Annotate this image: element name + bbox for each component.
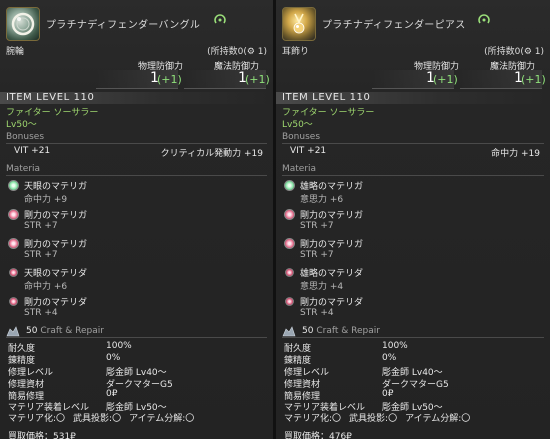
materia-stat: STR +7 — [300, 221, 334, 231]
item-name: プラチナディフェンダーバングル — [46, 20, 201, 31]
section-divider — [282, 143, 544, 144]
materia-icon — [284, 180, 295, 191]
flag-glamour: 武具投影:〇 — [349, 414, 398, 424]
materia-stat: 命中力 +9 — [24, 195, 68, 205]
flag-glamour: 武具投影:〇 — [73, 414, 122, 424]
mag-def-bonus: (+1) — [521, 73, 546, 86]
item-level: ITEM LEVEL 110 — [282, 92, 371, 103]
bangle-item-icon — [6, 7, 40, 41]
materia-icon — [284, 209, 295, 220]
required-level: Lv50～ — [6, 120, 37, 130]
materia-stat: 意思力 +6 — [300, 195, 344, 205]
bonus-stat: VIT +21 — [14, 146, 51, 156]
materia-icon — [9, 297, 18, 306]
bonus-stat: VIT +21 — [290, 146, 327, 156]
phys-def-bonus: (+1) — [433, 73, 458, 86]
craft-value: 0₽ — [382, 389, 394, 399]
materia-stat: STR +4 — [24, 308, 58, 318]
flag-materialize: マテリア化:〇 — [8, 414, 66, 424]
materia-name: 剛力のマテリダ — [300, 298, 364, 308]
flag-desynth: アイテム分解:〇 — [405, 414, 471, 424]
materia-name: 剛力のマテリダ — [24, 298, 88, 308]
craft-repair-title: 50 Craft & Repair — [26, 326, 104, 336]
craft-title-text: Craft & Repair — [316, 326, 380, 336]
materia-name: 剛力のマテリガ — [300, 211, 364, 221]
materia-icon — [8, 209, 19, 220]
item-slot: 耳飾り — [282, 47, 310, 57]
materia-stat: STR +7 — [24, 221, 58, 231]
materia-name: 雄略のマテリガ — [300, 182, 364, 192]
phys-def-bonus: (+1) — [157, 73, 182, 86]
item-header: プラチナディフェンダーピアス 耳飾り (所持数0(⚙ 1) 物理防御力 魔法防御… — [276, 0, 550, 90]
hq-icon — [214, 14, 226, 24]
item-level: ITEM LEVEL 110 — [6, 92, 95, 103]
section-divider — [282, 337, 544, 338]
materia-name: 雄略のマテリダ — [300, 269, 364, 279]
craft-value: 100% — [382, 341, 408, 351]
materia-name: 剛力のマテリガ — [24, 211, 88, 221]
materia-name: 剛力のマテリガ — [24, 240, 88, 250]
materia-title: Materia — [6, 164, 41, 174]
flag-desynth: アイテム分解:〇 — [129, 414, 195, 424]
tooltip-panel-earring: プラチナディフェンダーピアス 耳飾り (所持数0(⚙ 1) 物理防御力 魔法防御… — [276, 0, 550, 439]
earring-item-icon — [282, 7, 316, 41]
materia-title: Materia — [282, 164, 317, 174]
section-divider — [6, 337, 267, 338]
craft-level: 50 — [26, 326, 38, 336]
materia-stat: 命中力 +6 — [24, 282, 68, 292]
required-level: Lv50～ — [282, 120, 313, 130]
sell-price: 買取価格：531₽ — [8, 432, 76, 439]
item-flags: マテリア化:〇 武具投影:〇 アイテム分解:〇 — [284, 411, 478, 424]
owned-count: (所持数0(⚙ 1) — [207, 47, 267, 57]
bonus-stat: 命中力 +19 — [491, 149, 540, 159]
craft-level: 50 — [302, 326, 314, 336]
materia-icon — [285, 297, 294, 306]
craft-repair-icon — [6, 326, 20, 337]
sell-price: 買取価格：476₽ — [284, 432, 352, 439]
hq-icon — [478, 14, 490, 24]
materia-name: 天眼のマテリダ — [24, 269, 88, 279]
craft-value: 0% — [106, 353, 121, 363]
item-flags: マテリア化:〇 武具投影:〇 アイテム分解:〇 — [8, 411, 202, 424]
materia-name: 剛力のマテリガ — [300, 240, 364, 250]
flag-materialize: マテリア化:〇 — [284, 414, 342, 424]
mag-def-bonus: (+1) — [245, 73, 270, 86]
craft-value: 0₽ — [106, 389, 118, 399]
materia-stat: STR +7 — [24, 250, 58, 260]
craft-repair-title: 50 Craft & Repair — [302, 326, 380, 336]
materia-icon — [8, 238, 19, 249]
section-divider — [282, 175, 544, 176]
craft-value: 0% — [382, 353, 397, 363]
materia-icon — [284, 238, 295, 249]
materia-stat: STR +7 — [300, 250, 334, 260]
item-slot: 腕輪 — [6, 47, 25, 57]
materia-icon — [285, 268, 294, 277]
owned-count: (所持数0(⚙ 1) — [484, 47, 544, 57]
item-header: プラチナディフェンダーバングル 腕輪 (所持数0(⚙ 1) 物理防御力 魔法防御… — [0, 0, 273, 90]
section-divider — [6, 143, 267, 144]
materia-icon — [8, 180, 19, 191]
materia-stat: STR +4 — [300, 308, 334, 318]
craft-value: 100% — [106, 341, 132, 351]
craft-title-text: Craft & Repair — [40, 326, 104, 336]
section-divider — [6, 175, 267, 176]
tooltip-panel-bangle: プラチナディフェンダーバングル 腕輪 (所持数0(⚙ 1) 物理防御力 魔法防御… — [0, 0, 273, 439]
materia-name: 天眼のマテリガ — [24, 182, 88, 192]
item-name: プラチナディフェンダーピアス — [322, 20, 466, 31]
materia-icon — [9, 268, 18, 277]
bonuses-title: Bonuses — [282, 132, 321, 142]
materia-stat: 意思力 +4 — [300, 282, 344, 292]
bonuses-title: Bonuses — [6, 132, 45, 142]
craft-repair-icon — [282, 326, 296, 337]
bonus-stat: クリティカル発動力 +19 — [160, 149, 263, 159]
